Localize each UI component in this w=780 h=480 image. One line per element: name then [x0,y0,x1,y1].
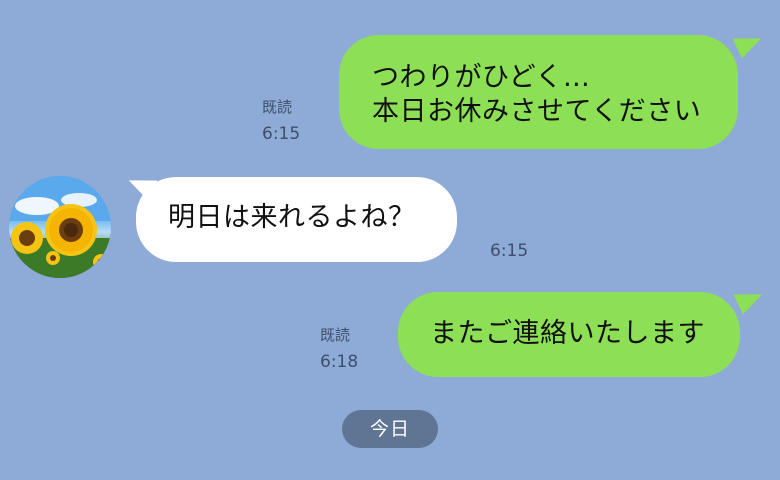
message-time: 6:18 [320,352,359,372]
message-time: 6:15 [262,124,301,144]
bubble-tail [732,27,766,59]
chat-view: 既読 6:15 つわりがひどく… 本日お休みさせてください 明日は来れるよね？ … [0,0,780,480]
message-bubble-sent[interactable]: つわりがひどく… 本日お休みさせてください [339,35,738,149]
message-text: つわりがひどく… 本日お休みさせてください [372,62,702,127]
bubble-tail [733,283,767,315]
date-separator: 今日 [342,410,438,448]
message-meta: 既読 6:15 [262,94,300,148]
read-receipt: 既読 [320,326,351,344]
message-bubble-sent[interactable]: またご連絡いたします [398,292,740,377]
sunflower-avatar-icon[interactable] [9,176,111,278]
read-receipt: 既読 [262,98,293,116]
message-time: 6:15 [490,241,529,261]
message-bubble-received[interactable]: 明日は来れるよね？ [136,177,457,262]
message-meta: 既読 6:18 [320,322,358,376]
message-text: またご連絡いたします [430,318,705,349]
message-text: 明日は来れるよね？ [168,202,416,233]
